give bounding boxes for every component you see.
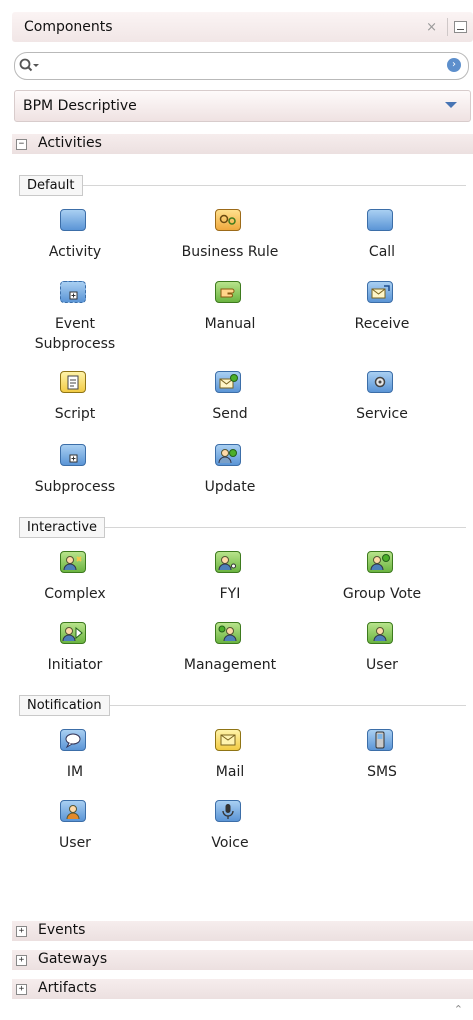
- section-label: Gateways: [38, 951, 108, 967]
- section-header-artifacts[interactable]: + Artifacts: [12, 979, 473, 999]
- catalog-select[interactable]: BPM Descriptive: [14, 90, 471, 122]
- person-complex-icon: [60, 551, 86, 573]
- envelope-in-icon: [367, 281, 393, 303]
- blue-square-icon: [60, 209, 86, 231]
- close-icon[interactable]: ×: [426, 20, 437, 35]
- item-label: Receive: [354, 316, 410, 332]
- item-label: Send: [212, 406, 248, 422]
- person-management-icon: [215, 622, 241, 644]
- phone-icon: [367, 729, 393, 751]
- section-label: Activities: [38, 135, 102, 151]
- panel-header: Components ×: [12, 12, 473, 42]
- person-icon: [367, 622, 393, 644]
- person-vote-icon: [367, 551, 393, 573]
- expand-icon[interactable]: +: [16, 955, 27, 966]
- person-play-icon: [60, 622, 86, 644]
- collapse-icon[interactable]: −: [16, 139, 27, 150]
- clear-search-icon[interactable]: ›: [447, 58, 461, 72]
- item-label: Manual: [204, 316, 256, 332]
- item-label: User: [366, 657, 398, 673]
- header-separator: [447, 18, 448, 36]
- scroll-up-icon[interactable]: ⌃: [454, 1003, 463, 1016]
- group-divider: [19, 185, 466, 186]
- search-icon[interactable]: [18, 57, 40, 75]
- envelope-icon: [215, 729, 241, 751]
- scroll-icon: [60, 371, 86, 393]
- panel-title: Components: [24, 19, 113, 35]
- search-box[interactable]: ›: [14, 52, 469, 80]
- minimize-icon[interactable]: [454, 21, 467, 33]
- group-label-notification: Notification: [19, 695, 110, 716]
- item-label: Activity: [48, 244, 102, 260]
- item-label: Management: [183, 657, 277, 673]
- item-label: Subprocess: [34, 479, 116, 495]
- item-label: Mail: [215, 764, 245, 780]
- hand-icon: [215, 281, 241, 303]
- section-header-activities[interactable]: − Activities: [12, 134, 473, 154]
- group-label-default: Default: [19, 175, 83, 196]
- person-icon: [60, 800, 86, 822]
- group-label-interactive: Interactive: [19, 517, 106, 538]
- item-label: Call: [368, 244, 396, 260]
- item-label: IM: [66, 764, 84, 780]
- subprocess-icon: [60, 444, 86, 466]
- item-label: Complex: [44, 586, 106, 602]
- section-label: Artifacts: [38, 980, 97, 996]
- item-label: SMS: [367, 764, 397, 780]
- item-label: Voice: [211, 835, 249, 851]
- item-label: Initiator: [47, 657, 103, 673]
- person-fyi-icon: [215, 551, 241, 573]
- chevron-down-icon[interactable]: [445, 102, 457, 108]
- item-label: Business Rule: [181, 244, 279, 260]
- item-label: Event Subprocess: [34, 316, 116, 352]
- gear-icon: [367, 371, 393, 393]
- section-header-gateways[interactable]: + Gateways: [12, 950, 473, 970]
- blue-square-icon: [367, 209, 393, 231]
- item-label: FYI: [219, 586, 241, 602]
- catalog-selected-value: BPM Descriptive: [23, 98, 137, 114]
- envelope-out-icon: [215, 371, 241, 393]
- item-label: Update: [204, 479, 256, 495]
- gears-icon: [215, 209, 241, 231]
- update-person-icon: [215, 444, 241, 466]
- item-label: User: [59, 835, 91, 851]
- dashed-subprocess-icon: [60, 281, 86, 303]
- item-label: Group Vote: [342, 586, 422, 602]
- microphone-icon: [215, 800, 241, 822]
- expand-icon[interactable]: +: [16, 926, 27, 937]
- item-label: Script: [54, 406, 96, 422]
- item-label: Service: [356, 406, 408, 422]
- expand-icon[interactable]: +: [16, 984, 27, 995]
- section-header-events[interactable]: + Events: [12, 921, 473, 941]
- chat-bubble-icon: [60, 729, 86, 751]
- section-label: Events: [38, 922, 86, 938]
- search-input[interactable]: [55, 56, 429, 76]
